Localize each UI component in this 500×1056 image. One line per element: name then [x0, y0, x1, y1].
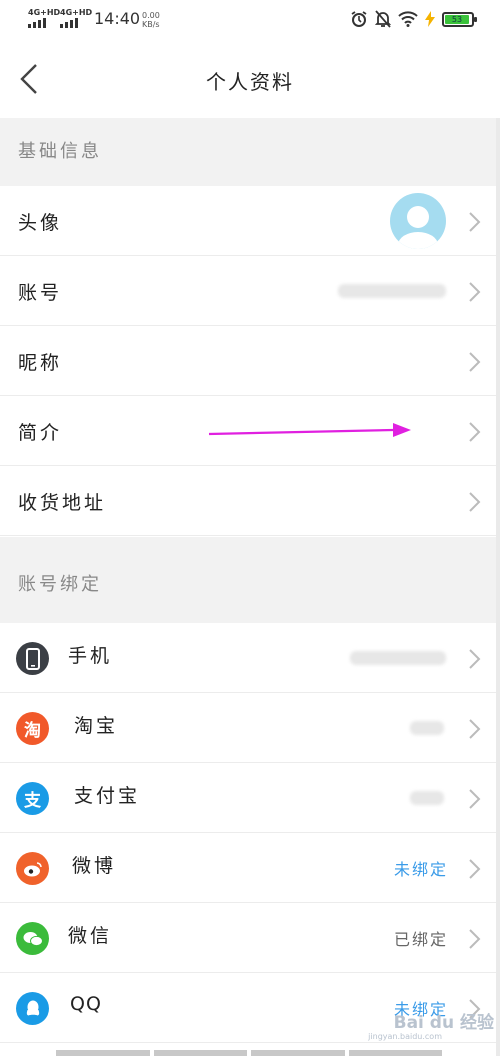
chevron-right-icon: [469, 719, 481, 739]
chevron-right-icon: [469, 859, 481, 879]
row-label: 简介: [18, 422, 63, 444]
signal-bars-icon: [60, 18, 92, 28]
alarm-icon: [351, 11, 367, 27]
row-label: 收货地址: [18, 492, 107, 514]
chevron-right-icon: [469, 212, 481, 232]
row-account[interactable]: 账号: [0, 256, 496, 326]
watermark: Bai du 经验: [393, 1013, 494, 1033]
qq-icon: [16, 992, 49, 1025]
redacted-value: [410, 721, 444, 735]
row-avatar[interactable]: 头像: [0, 186, 496, 256]
bottom-tab-strip: [56, 1050, 442, 1056]
row-taobao[interactable]: 淘 淘宝: [0, 693, 496, 763]
nav-header: 个人资料: [0, 40, 500, 118]
redacted-value: [338, 284, 446, 298]
signal-bars-icon: [28, 18, 60, 28]
row-wechat[interactable]: 微信 已绑定: [0, 903, 496, 973]
redacted-value: [350, 651, 446, 665]
scroll-edge: [496, 118, 500, 1056]
avatar[interactable]: [390, 193, 446, 249]
section-heading-basic-info: 基础信息: [0, 118, 500, 186]
section-heading-account-binding: 账号绑定: [0, 537, 500, 623]
row-shipping-address[interactable]: 收货地址: [0, 466, 496, 536]
chevron-right-icon: [469, 789, 481, 809]
default-avatar-icon: [398, 206, 438, 249]
signal-indicator-2: 4G+HD: [60, 9, 92, 28]
row-label: QQ: [70, 993, 102, 1015]
weibo-icon: [16, 852, 49, 885]
chevron-right-icon: [469, 352, 481, 372]
chevron-right-icon: [469, 649, 481, 669]
row-label: 微信: [68, 925, 113, 947]
redacted-value: [410, 791, 444, 805]
page-title: 个人资料: [206, 70, 294, 94]
row-label: 微博: [72, 855, 117, 877]
row-bio[interactable]: 简介: [0, 396, 496, 466]
charging-icon: [425, 11, 435, 27]
row-label: 支付宝: [74, 785, 141, 807]
binding-status: 未绑定: [393, 860, 448, 879]
chevron-right-icon: [469, 422, 481, 442]
row-label: 淘宝: [74, 715, 119, 737]
status-bar: 4G+HD 4G+HD 14:40 0.00 KB/s 53: [0, 0, 500, 40]
battery-icon: 53: [442, 11, 477, 27]
row-label: 昵称: [18, 352, 63, 374]
signal-indicator-1: 4G+HD: [28, 9, 60, 28]
row-alipay[interactable]: 支 支付宝: [0, 763, 496, 833]
row-weibo[interactable]: 微博 未绑定: [0, 833, 496, 903]
taobao-icon: 淘: [16, 712, 49, 745]
alipay-icon: 支: [16, 782, 49, 815]
binding-status: 已绑定: [393, 930, 448, 949]
watermark-url: jingyan.baidu.com: [368, 1032, 442, 1041]
network-speed: 0.00 KB/s: [142, 11, 160, 29]
row-nickname[interactable]: 昵称: [0, 326, 496, 396]
mute-bell-icon: [375, 10, 391, 28]
row-label: 账号: [18, 282, 63, 304]
chevron-right-icon: [469, 929, 481, 949]
wechat-icon: [16, 922, 49, 955]
clock: 14:40: [94, 9, 141, 28]
row-label: 头像: [18, 212, 63, 234]
chevron-right-icon: [469, 282, 481, 302]
phone-icon: [16, 642, 49, 675]
status-icons: 53: [350, 10, 477, 28]
row-phone[interactable]: 手机: [0, 623, 496, 693]
wifi-icon: [398, 11, 418, 27]
annotation-arrow: [208, 423, 411, 437]
chevron-right-icon: [469, 492, 481, 512]
row-label: 手机: [68, 645, 113, 667]
